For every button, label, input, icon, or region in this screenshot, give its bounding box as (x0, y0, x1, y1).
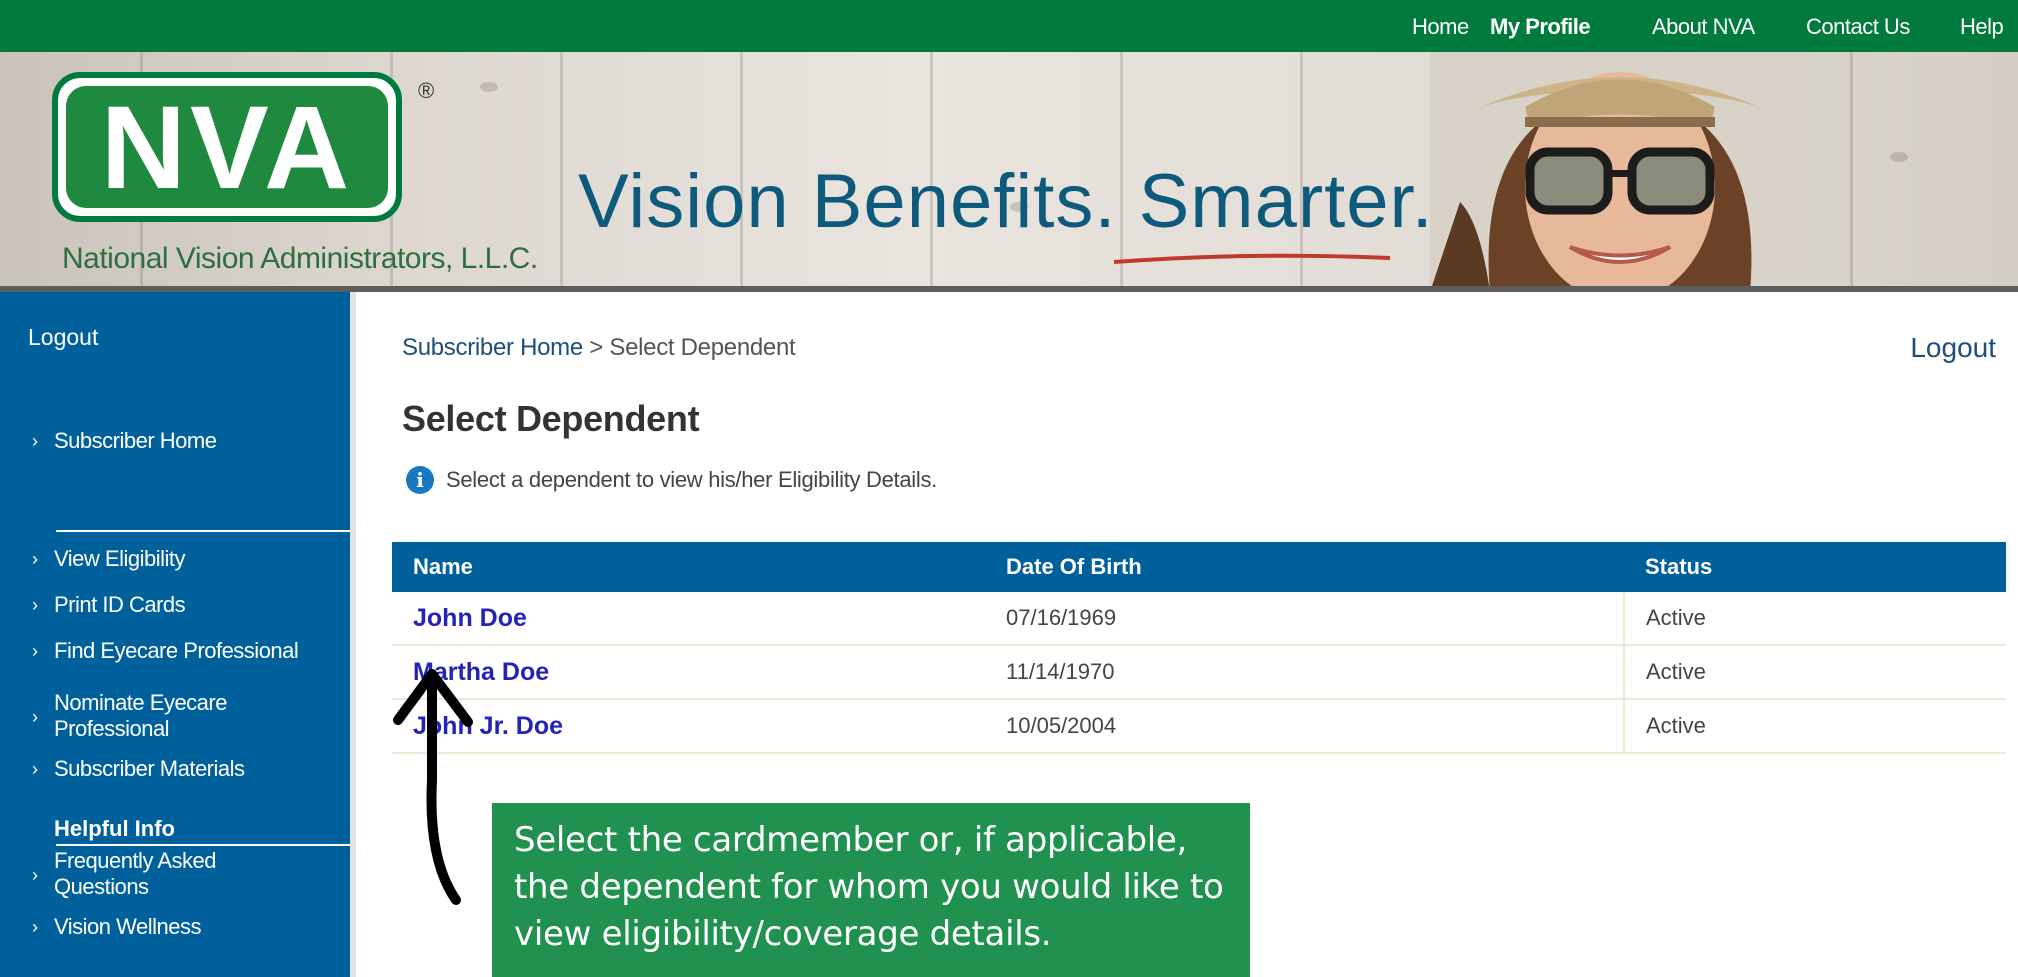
nva-logo-text: NVA (66, 86, 388, 210)
sidebar-item-label: View Eligibility (54, 546, 185, 571)
breadcrumb-current: Select Dependent (609, 334, 796, 361)
sidebar-item-label: Print ID Cards (54, 592, 186, 617)
chevron-right-icon: › (32, 549, 38, 569)
helpful-info-heading: Helpful Info (54, 816, 175, 841)
sidebar-item-label: Frequently Asked Questions (54, 848, 216, 899)
info-icon: i (406, 466, 434, 494)
status-cell: Active (1623, 592, 2006, 646)
info-text: Select a dependent to view his/her Eligi… (446, 467, 937, 492)
page-title: Select Dependent (402, 398, 700, 439)
table-header-row: Name Date Of Birth Status (392, 542, 2006, 592)
dob-cell: 07/16/1969 (985, 592, 1624, 646)
sidebar-item-label: Subscriber Home (54, 428, 217, 453)
sidebar-divider (56, 530, 350, 532)
dob-cell: 11/14/1970 (985, 645, 1624, 700)
sidebar-item-label: Find Eyecare Professional (54, 638, 299, 663)
chevron-right-icon: › (32, 917, 38, 937)
tagline-underline (1113, 253, 1391, 264)
sidebar-item-label: Subscriber Materials (54, 756, 245, 781)
chevron-right-icon: › (32, 431, 38, 451)
tagline: Vision Benefits. Smarter.SM (578, 158, 1475, 245)
dob-cell: 10/05/2004 (985, 699, 1624, 754)
status-cell: Active (1623, 699, 2006, 754)
sidebar-edge (350, 292, 356, 977)
instruction-callout: Select the cardmember or, if applicable,… (492, 803, 1250, 977)
table-row: Martha Doe 11/14/1970 Active (392, 645, 2006, 700)
column-header-status: Status (1624, 542, 2006, 592)
dependent-link[interactable]: John Doe (413, 604, 527, 632)
nav-about-nva[interactable]: About NVA (1652, 14, 1755, 40)
logout-link[interactable]: Logout (1910, 332, 1996, 364)
sidebar: Logout › Subscriber Home › View Eligibil… (0, 292, 350, 977)
chevron-right-icon: › (32, 595, 38, 615)
breadcrumb-separator: > (589, 334, 603, 361)
dependents-table: Name Date Of Birth Status John Doe 07/16… (392, 542, 2006, 754)
chevron-right-icon: › (32, 865, 38, 885)
sidebar-logout[interactable]: Logout (28, 324, 98, 351)
sidebar-item-label: Vision Wellness (54, 914, 201, 939)
sidebar-divider (56, 844, 350, 846)
callout-text: Select the cardmember or, if applicable,… (514, 820, 1224, 954)
table-row: John Jr. Doe 10/05/2004 Active (392, 699, 2006, 754)
woman-photo (1430, 52, 1810, 292)
sidebar-item-label: Nominate Eyecare Professional (54, 690, 227, 741)
top-nav-bar: Home My Profile About NVA Contact Us Hel… (0, 0, 2018, 52)
breadcrumb-subscriber-home[interactable]: Subscriber Home (402, 334, 583, 361)
nav-help[interactable]: Help (1960, 14, 2004, 40)
name-cell: John Doe (392, 592, 985, 646)
column-header-dob: Date Of Birth (985, 542, 1624, 592)
column-header-name: Name (392, 542, 985, 592)
nva-logo[interactable]: NVA (52, 72, 402, 222)
nav-my-profile[interactable]: My Profile (1490, 14, 1591, 40)
chevron-right-icon: › (32, 707, 38, 727)
tagline-text: Vision Benefits. Smarter. (578, 159, 1434, 244)
header-banner: NVA ® National Vision Administrators, L.… (0, 52, 2018, 292)
table-row: John Doe 07/16/1969 Active (392, 592, 2006, 646)
nav-home[interactable]: Home (1412, 14, 1469, 40)
nav-contact-us[interactable]: Contact Us (1806, 14, 1910, 40)
chevron-right-icon: › (32, 641, 38, 661)
status-cell: Active (1623, 645, 2006, 700)
breadcrumb: Subscriber Home > Select Dependent (402, 334, 796, 362)
chevron-right-icon: › (32, 759, 38, 779)
company-name: National Vision Administrators, L.L.C. (62, 242, 538, 275)
registered-mark: ® (418, 78, 435, 103)
annotation-arrow-icon (393, 669, 473, 905)
